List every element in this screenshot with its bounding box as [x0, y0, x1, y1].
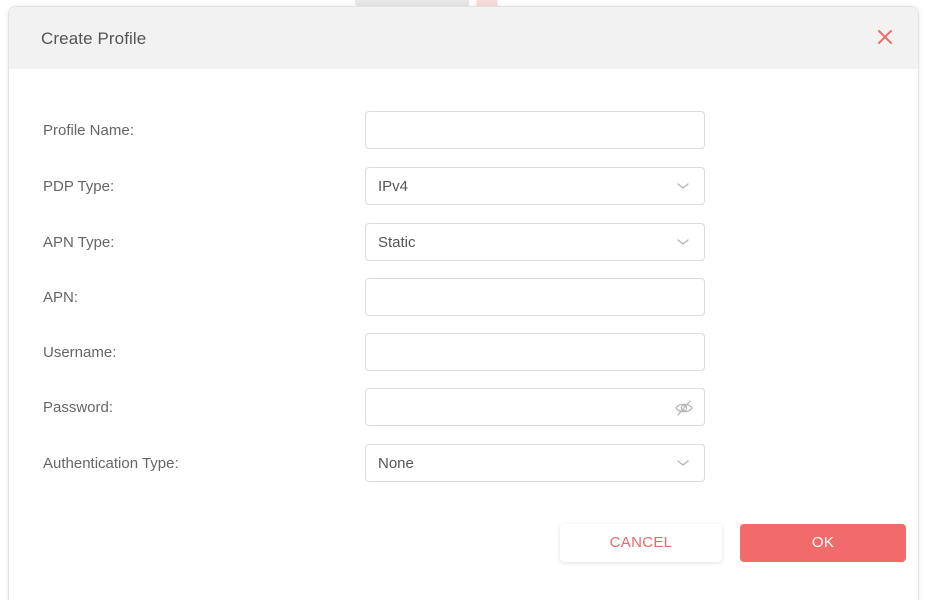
- profile-name-input[interactable]: [366, 112, 704, 148]
- authentication-type-value: None: [378, 455, 414, 472]
- pdp-type-value: IPv4: [378, 178, 409, 195]
- page: Create Profile Profile Name: PDP Type: I…: [0, 0, 927, 600]
- apn-label: APN:: [43, 289, 79, 306]
- profile-name-field-wrapper: [365, 111, 705, 149]
- apn-type-select[interactable]: Static: [365, 223, 705, 261]
- username-input[interactable]: [366, 334, 704, 370]
- authentication-type-select[interactable]: None: [365, 444, 705, 482]
- username-label: Username:: [43, 344, 117, 361]
- username-field-wrapper: [365, 333, 705, 371]
- ok-button[interactable]: OK: [740, 524, 906, 562]
- pdp-type-select[interactable]: IPv4: [365, 167, 705, 205]
- form-row-username: Username:: [9, 333, 918, 373]
- create-profile-dialog: Create Profile Profile Name: PDP Type: I…: [8, 6, 919, 600]
- pdp-type-label: PDP Type:: [43, 178, 115, 195]
- apn-type-value: Static: [378, 234, 416, 251]
- dialog-title: Create Profile: [41, 29, 147, 48]
- form-row-authentication-type: Authentication Type: None: [9, 444, 918, 484]
- form-row-profile-name: Profile Name:: [9, 111, 918, 151]
- password-input[interactable]: [366, 389, 704, 425]
- chevron-down-icon: [677, 183, 689, 189]
- authentication-type-label: Authentication Type:: [43, 455, 179, 472]
- form-row-apn: APN:: [9, 278, 918, 318]
- form-row-password: Password:: [9, 388, 918, 428]
- chevron-down-icon: [677, 460, 689, 466]
- apn-type-label: APN Type:: [43, 234, 115, 251]
- apn-field-wrapper: [365, 278, 705, 316]
- password-label: Password:: [43, 399, 114, 416]
- close-button[interactable]: [874, 26, 896, 48]
- form-row-apn-type: APN Type: Static: [9, 223, 918, 263]
- dialog-header: Create Profile: [9, 7, 918, 69]
- apn-input[interactable]: [366, 279, 704, 315]
- cancel-button[interactable]: CANCEL: [560, 524, 722, 562]
- password-field-wrapper: [365, 388, 705, 426]
- form-row-pdp-type: PDP Type: IPv4: [9, 167, 918, 207]
- eye-off-icon[interactable]: [674, 399, 694, 417]
- close-icon: [878, 30, 892, 44]
- profile-name-label: Profile Name:: [43, 122, 134, 139]
- chevron-down-icon: [677, 239, 689, 245]
